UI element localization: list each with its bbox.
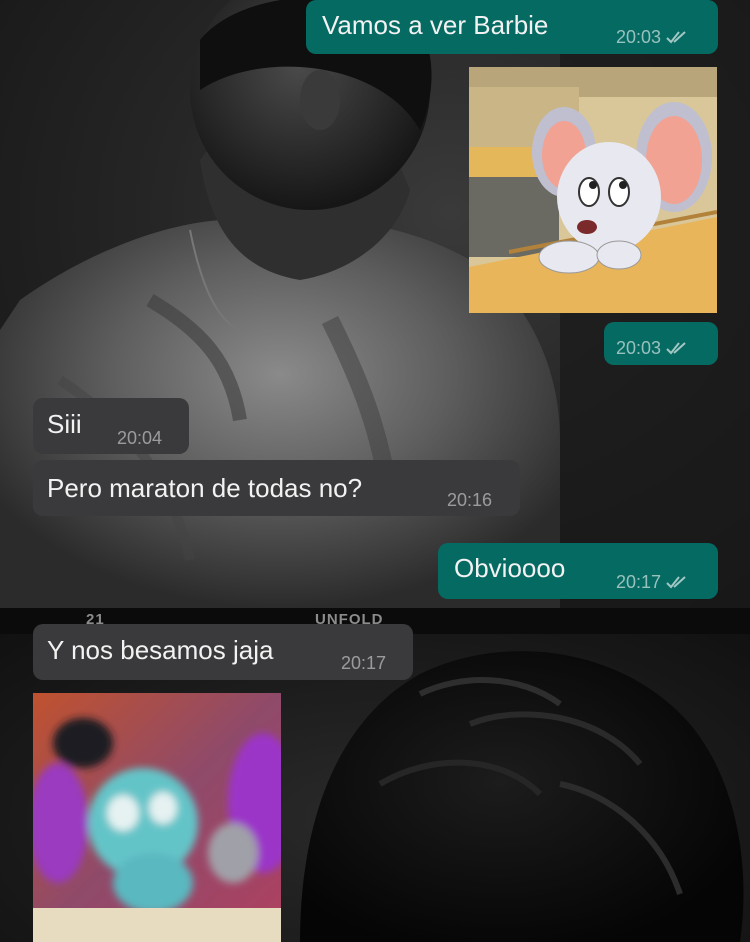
message-bubble-incoming[interactable]: Y nos besamos jaja 20:17 — [33, 624, 413, 680]
message-time: 20:04 — [117, 428, 163, 448]
message-text: Pero maraton de todas no? — [47, 473, 363, 503]
message-text: Y nos besamos jaja — [47, 635, 274, 665]
sticker-image[interactable] — [469, 67, 717, 313]
message-bubble-incoming[interactable]: Pero maraton de todas no? 20:16 — [33, 460, 520, 516]
message-time: 20:16 — [447, 490, 493, 510]
message-bubble-outgoing[interactable]: Vamos a ver Barbie 20:03 — [306, 0, 718, 54]
message-meta: 20:03 — [616, 22, 691, 52]
double-check-icon — [666, 576, 686, 589]
message-meta: 20:17 — [616, 567, 691, 597]
message-meta: 20:04 — [117, 423, 162, 453]
message-time: 20:03 — [616, 338, 662, 358]
message-time: 20:03 — [616, 27, 662, 47]
double-check-icon — [666, 342, 686, 355]
cartoon-mouse-sticker-icon — [469, 67, 717, 313]
message-text: Vamos a ver Barbie — [322, 10, 549, 40]
message-bubble-incoming[interactable]: Siii 20:04 — [33, 398, 189, 454]
double-check-icon — [666, 31, 686, 44]
message-bubble-outgoing[interactable]: Obvioooo 20:17 — [438, 543, 718, 599]
message-time: 20:17 — [341, 653, 387, 673]
message-meta: 20:16 — [447, 485, 492, 515]
message-text: Siii — [47, 409, 82, 439]
blurry-cartoon-rat-gif-icon — [33, 693, 281, 942]
message-meta: 20:03 — [616, 333, 691, 363]
message-text: Obvioooo — [454, 553, 566, 583]
gif-image[interactable] — [33, 693, 281, 942]
message-bubble-outgoing-timestamp[interactable]: 20:03 — [604, 322, 718, 365]
message-meta: 20:17 — [341, 648, 386, 678]
message-time: 20:17 — [616, 572, 662, 592]
